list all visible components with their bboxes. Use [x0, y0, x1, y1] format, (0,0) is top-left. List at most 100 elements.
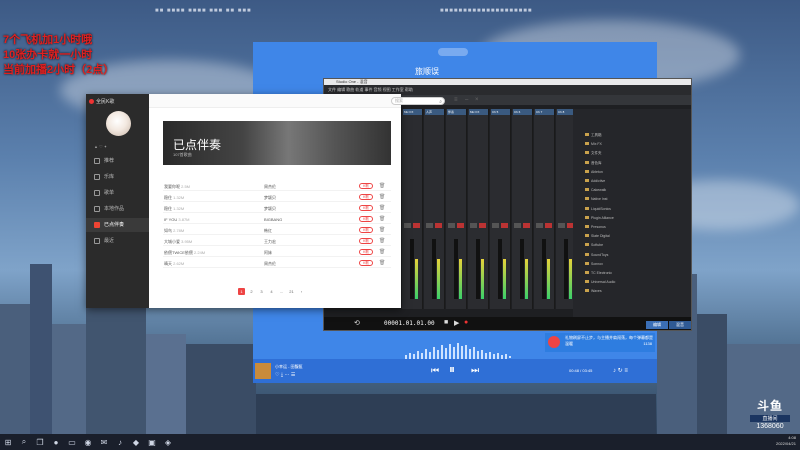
sidebar-item[interactable]: 歌单	[86, 186, 149, 200]
sing-button[interactable]: K歌	[359, 238, 373, 244]
record-icon[interactable]: ●	[464, 319, 468, 326]
player-small-icons[interactable]: ♡ ⤓ ⋯ ☰	[275, 372, 295, 378]
browser-item[interactable]: Slate Digital	[585, 234, 610, 238]
sidebar-item[interactable]: 已点伴奏	[86, 218, 149, 232]
channel-fader[interactable]	[542, 239, 546, 299]
song-row[interactable]: IF YOU 3.87M BIGBANG K歌 🗑	[163, 214, 391, 224]
sing-button[interactable]: K歌	[359, 194, 373, 200]
song-row[interactable]: 稳住 1.32M 梦颖贝 K歌 🗑	[163, 192, 391, 202]
mute-button[interactable]	[558, 223, 565, 228]
mute-button[interactable]	[426, 223, 433, 228]
song-row[interactable]: 我要你呢 2.5M 周杰伦 K歌 🗑	[163, 181, 391, 191]
delete-icon[interactable]: 🗑	[379, 227, 385, 233]
page-button[interactable]: ›	[298, 288, 305, 295]
mixer-channel[interactable]: Ch 6	[512, 109, 533, 309]
minimize-icon[interactable]: –	[465, 97, 468, 103]
mute-button[interactable]	[492, 223, 499, 228]
sing-button[interactable]: K歌	[359, 205, 373, 211]
daw-browser-panel[interactable]: 工具箱 Mix FX 文件夹 音色库 Ableton Addictive Cakewalk N…	[573, 109, 691, 321]
solo-button[interactable]	[523, 223, 530, 228]
mute-button[interactable]	[514, 223, 521, 228]
song-row[interactable]: 大城小爱 3.95M 王力宏 K歌 🗑	[163, 236, 391, 246]
delete-icon[interactable]: 🗑	[379, 205, 385, 211]
sing-button[interactable]: K歌	[359, 216, 373, 222]
delete-icon[interactable]: 🗑	[379, 260, 385, 266]
music-icon[interactable]: ♪	[112, 434, 128, 450]
loop-icon[interactable]: ⟲	[354, 319, 360, 327]
prev-icon[interactable]: ⏮	[431, 365, 439, 376]
song-row[interactable]: 晴天 2.62M 周杰伦 K歌 🗑	[163, 258, 391, 268]
album-art[interactable]	[255, 363, 271, 379]
mixer-channel[interactable]: Ch 5	[490, 109, 511, 309]
browser-item[interactable]: 文件夹	[585, 151, 602, 156]
song-row[interactable]: 稳住 1.32M 梦颖贝 K歌 🗑	[163, 203, 391, 213]
mixer-channel[interactable]: Mic FX	[402, 109, 423, 309]
mixer-channel[interactable]: Ch 7	[534, 109, 555, 309]
next-icon[interactable]: ⏭	[471, 365, 479, 376]
channel-fader[interactable]	[476, 239, 480, 299]
app-icon[interactable]: ◈	[160, 434, 176, 450]
pause-icon[interactable]: ⏸	[449, 362, 455, 377]
browser-item[interactable]: Sonnox	[585, 261, 603, 266]
solo-button[interactable]	[479, 223, 486, 228]
mute-button[interactable]	[404, 223, 411, 228]
solo-button[interactable]	[435, 223, 442, 228]
mute-button[interactable]	[470, 223, 477, 228]
sing-button[interactable]: K歌	[359, 227, 373, 233]
channel-fader[interactable]	[432, 239, 436, 299]
notification-toast[interactable]: 礼物刷屏不止步，与主播并肩闯荡，每个弹幕都是温暖 1138	[545, 333, 655, 352]
delete-icon[interactable]: 🗑	[379, 216, 385, 222]
channel-fader[interactable]	[454, 239, 458, 299]
browser-item[interactable]: Addictive	[585, 179, 605, 183]
page-button[interactable]: …	[278, 288, 285, 295]
sidebar-item[interactable]: 最近	[86, 234, 149, 248]
folder-icon[interactable]: ▭	[64, 434, 80, 450]
daw-mix-button[interactable]: 混音	[669, 321, 691, 329]
chat-icon[interactable]: ✉	[96, 434, 112, 450]
daw-icon[interactable]: ◆	[128, 434, 144, 450]
app-icon[interactable]: ●	[48, 434, 64, 450]
browser-icon[interactable]: ◉	[80, 434, 96, 450]
sidebar-item[interactable]: 本地作品	[86, 202, 149, 216]
channel-fader[interactable]	[564, 239, 568, 299]
browser-item[interactable]: Cakewalk	[585, 188, 606, 192]
browser-item[interactable]: Mix FX	[585, 142, 602, 146]
search-input[interactable]: 搜索 ⌕	[391, 97, 445, 105]
app-icon[interactable]: ▣	[144, 434, 160, 450]
mixer-channel[interactable]: 伴奏	[446, 109, 467, 309]
page-button[interactable]: 1	[238, 288, 245, 295]
delete-icon[interactable]: 🗑	[379, 194, 385, 200]
browser-item[interactable]: Plugin Alliance	[585, 215, 614, 220]
browser-item[interactable]: Waves	[585, 289, 602, 293]
channel-fader[interactable]	[520, 239, 524, 299]
mixer-channel[interactable]: 人声	[424, 109, 445, 309]
user-avatar[interactable]	[106, 111, 131, 136]
delete-icon[interactable]: 🗑	[379, 183, 385, 189]
page-button[interactable]: 21	[288, 288, 295, 295]
mute-button[interactable]	[536, 223, 543, 228]
mixer-channel[interactable]: Mic FX	[468, 109, 489, 309]
page-button[interactable]: 3	[258, 288, 265, 295]
song-row[interactable]: 依偎TWICE依偎 2.24M 阿妹 K歌 🗑	[163, 247, 391, 257]
solo-button[interactable]	[457, 223, 464, 228]
sing-button[interactable]: K歌	[359, 260, 373, 266]
play-icon[interactable]: ▶	[454, 319, 459, 327]
sing-button[interactable]: K歌	[359, 183, 373, 189]
channel-fader[interactable]	[498, 239, 502, 299]
browser-item[interactable]: 工具箱	[585, 133, 602, 138]
page-button[interactable]: 4	[268, 288, 275, 295]
player-right-icons[interactable]: ♪ ↻ ≡	[613, 367, 628, 374]
browser-item[interactable]: Presonus	[585, 225, 606, 229]
solo-button[interactable]	[545, 223, 552, 228]
start-icon[interactable]: ⊞	[0, 434, 16, 450]
settings-icon[interactable]: ≡	[454, 97, 458, 103]
mute-button[interactable]	[448, 223, 455, 228]
sing-button[interactable]: K歌	[359, 249, 373, 255]
search-icon[interactable]: ⌕	[16, 434, 32, 450]
sidebar-item[interactable]: 推荐	[86, 154, 149, 168]
browser-item[interactable]: Native Inst	[585, 197, 608, 201]
system-tray[interactable]: 4:08 2022/04/21	[776, 435, 796, 447]
browser-item[interactable]: TC Electronic	[585, 271, 612, 275]
browser-item[interactable]: SoundToys	[585, 252, 608, 257]
stop-icon[interactable]: ■	[444, 319, 448, 326]
